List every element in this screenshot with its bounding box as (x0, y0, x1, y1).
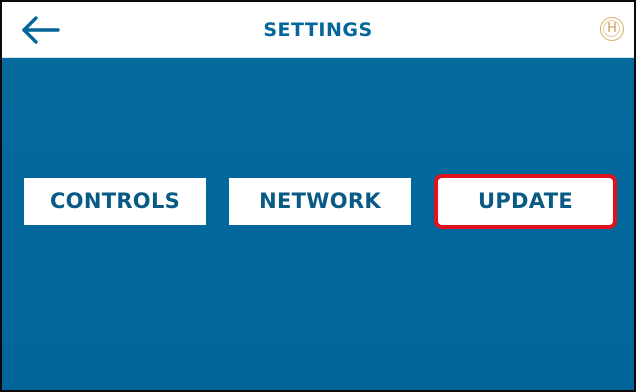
h-coin-icon[interactable]: H (600, 17, 624, 41)
settings-panel: CONTROLS NETWORK UPDATE (2, 58, 634, 390)
header-bar: SETTINGS H (2, 2, 634, 58)
badge-letter: H (607, 21, 617, 36)
update-button[interactable]: UPDATE (434, 174, 617, 229)
page-title: SETTINGS (263, 19, 373, 41)
app-window: SETTINGS H CONTROLS NETWORK UPDATE (0, 0, 636, 392)
controls-button[interactable]: CONTROLS (24, 178, 206, 225)
network-button[interactable]: NETWORK (229, 178, 411, 225)
